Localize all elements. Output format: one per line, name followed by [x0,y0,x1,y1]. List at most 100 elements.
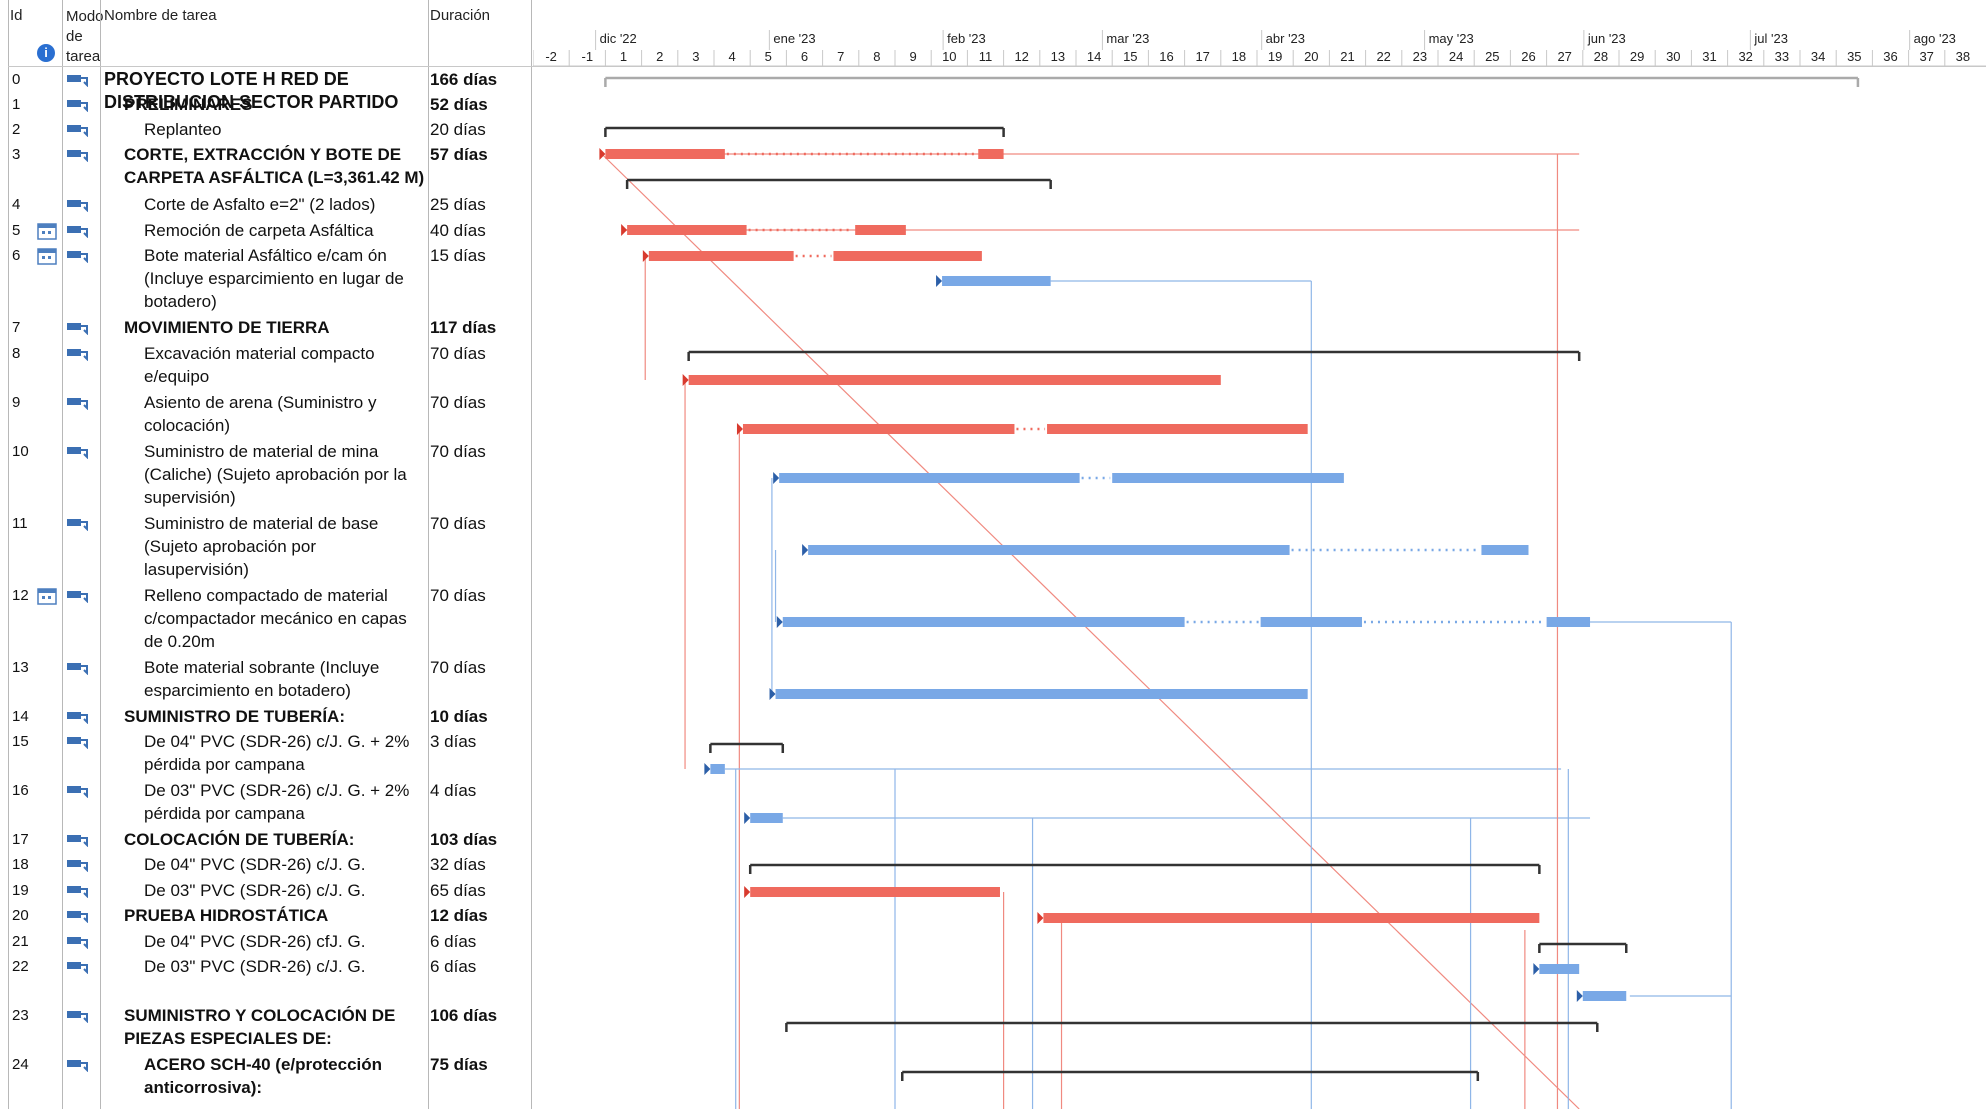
task-duration[interactable]: 15 días [430,244,530,267]
auto-schedule-icon [66,321,88,336]
task-duration[interactable]: 6 días [430,930,530,953]
auto-schedule-icon [66,935,88,950]
task-bar [1043,913,1540,923]
week-tick-label: 4 [728,49,735,64]
column-header-id[interactable]: Id [10,7,23,24]
task-duration[interactable]: 166 días [430,68,530,91]
task-duration[interactable]: 12 días [430,904,530,927]
task-duration[interactable]: 103 días [430,828,530,851]
task-name[interactable]: Suministro de material de mina (Caliche)… [144,440,425,509]
task-name[interactable]: Corte de Asfalto e=2" (2 lados) [144,193,425,216]
task-name[interactable]: PRELIMINARES [124,93,425,116]
task-duration[interactable]: 75 días [430,1053,530,1076]
task-name[interactable]: Bote material sobrante (Incluye esparcim… [144,656,425,702]
task-duration[interactable]: 4 días [430,779,530,802]
auto-schedule-icon [66,517,88,532]
task-bar [627,225,747,235]
task-name[interactable]: Relleno compactado de material c/compact… [144,584,425,653]
task-name[interactable]: Replanteo [144,118,425,141]
task-name[interactable]: SUMINISTRO DE TUBERÍA: [124,705,425,728]
task-bar [742,424,1015,434]
task-duration[interactable]: 20 días [430,118,530,141]
task-duration[interactable]: 70 días [430,584,530,607]
task-duration[interactable]: 32 días [430,853,530,876]
task-name[interactable]: De 04" PVC (SDR-26) cfJ. G. [144,930,425,953]
task-duration[interactable]: 70 días [430,656,530,679]
task-duration[interactable]: 70 días [430,512,530,535]
month-label: ago '23 [1914,31,1956,46]
task-name[interactable]: De 03" PVC (SDR-26) c/J. G. [144,955,425,978]
column-header-name[interactable]: Nombre de tarea [104,7,217,24]
task-bar [775,689,1308,699]
task-bar [1260,617,1362,627]
auto-schedule-icon [66,347,88,362]
task-id: 11 [12,515,28,532]
auto-schedule-icon [66,960,88,975]
task-duration[interactable]: 70 días [430,342,530,365]
task-name[interactable]: Remoción de carpeta Asfáltica [144,219,425,242]
link-arrow [1037,912,1044,924]
task-duration[interactable]: 3 días [430,730,530,753]
auto-schedule-icon [66,710,88,725]
task-name[interactable]: ACERO SCH-40 (e/protección anticorrosiva… [144,1053,425,1099]
task-duration[interactable]: 57 días [430,143,530,166]
task-duration[interactable]: 25 días [430,193,530,216]
task-name[interactable]: Excavación material compacto e/equipo [144,342,425,388]
link-arrow [682,374,689,386]
task-name[interactable]: SUMINISTRO Y COLOCACIÓN DE PIEZAS ESPECI… [124,1004,425,1050]
auto-schedule-icon [66,148,88,163]
task-duration[interactable]: 70 días [430,391,530,414]
task-duration[interactable]: 70 días [430,440,530,463]
task-duration[interactable]: 6 días [430,955,530,978]
task-name[interactable]: Bote material Asfáltico e/cam ón (Incluy… [144,244,425,313]
auto-schedule-icon [66,396,88,411]
task-bar [750,887,1000,897]
task-bar [782,617,1185,627]
task-name[interactable]: De 04" PVC (SDR-26) c/J. G. [144,853,425,876]
task-name[interactable]: Suministro de material de base (Sujeto a… [144,512,425,581]
task-name[interactable]: De 03" PVC (SDR-26) c/J. G. [144,879,425,902]
link-arrow [1533,963,1540,975]
task-id: 16 [12,782,29,799]
task-id: 14 [12,708,29,725]
task-name[interactable]: MOVIMIENTO DE TIERRA [124,316,425,339]
dependency-link [601,153,1580,1109]
task-duration[interactable]: 40 días [430,219,530,242]
task-duration[interactable]: 65 días [430,879,530,902]
week-tick-label: 7 [837,49,844,64]
gantt-view: Id Modo de tarea Nombre de tarea Duració… [0,0,1986,1109]
task-bar [808,545,1290,555]
task-name[interactable]: COLOCACIÓN DE TUBERÍA: [124,828,425,851]
task-name[interactable]: Asiento de arena (Suministro y colocació… [144,391,425,437]
task-bar [648,251,794,261]
week-tick-label: 12 [1014,49,1028,64]
link-arrow [802,544,809,556]
week-tick-label: 36 [1883,49,1897,64]
task-bar [1481,545,1529,555]
week-tick-label: -2 [545,49,557,64]
task-name[interactable]: De 04" PVC (SDR-26) c/J. G. + 2% pérdida… [144,730,425,776]
task-id: 20 [12,907,29,924]
week-tick-label: 22 [1376,49,1390,64]
task-duration[interactable]: 52 días [430,93,530,116]
task-id: 23 [12,1007,29,1024]
task-duration[interactable]: 10 días [430,705,530,728]
month-label: may '23 [1429,31,1474,46]
week-tick-label: 17 [1195,49,1209,64]
calendar-icon [37,247,57,265]
week-tick-label: 28 [1594,49,1608,64]
task-name[interactable]: CORTE, EXTRACCIÓN Y BOTE DE CARPETA ASFÁ… [124,143,425,189]
task-id: 0 [12,71,21,88]
task-id: 21 [12,933,29,950]
column-header-duration[interactable]: Duración [430,7,490,24]
month-label: feb '23 [947,31,986,46]
task-duration[interactable]: 117 días [430,316,530,339]
week-tick-label: 13 [1051,49,1065,64]
task-name[interactable]: PRUEBA HIDROSTÁTICA [124,904,425,927]
task-name[interactable]: De 03" PVC (SDR-26) c/J. G. + 2% pérdida… [144,779,425,825]
task-duration[interactable]: 106 días [430,1004,530,1027]
link-arrow [704,763,711,775]
month-label: jun '23 [1587,31,1626,46]
task-id: 22 [12,958,29,975]
task-bar [833,251,982,261]
